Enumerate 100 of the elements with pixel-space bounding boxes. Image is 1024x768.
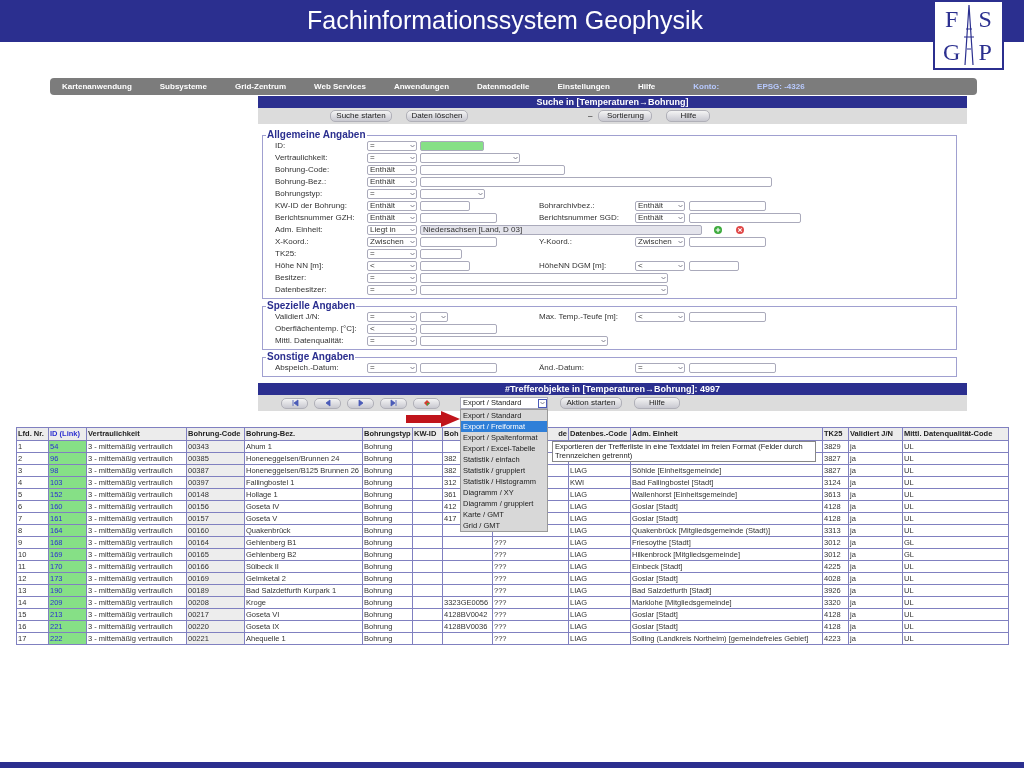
field-label: Max. Temp.-Teufe [m]: xyxy=(539,313,619,321)
field-label: KW-ID der Bohrung: xyxy=(275,202,348,210)
field-label: Bohrungstyp: xyxy=(275,190,324,198)
dropdown-field[interactable] xyxy=(420,285,668,295)
toolbar-button[interactable]: Daten löschen xyxy=(406,110,468,122)
input-field[interactable] xyxy=(689,213,801,223)
input-field[interactable] xyxy=(420,249,462,259)
input-field[interactable] xyxy=(689,201,766,211)
field-label: Besitzer: xyxy=(275,274,308,282)
chevron-icon xyxy=(677,314,684,320)
menu-item[interactable]: Anwendungen xyxy=(393,82,450,91)
input-field[interactable] xyxy=(689,261,739,271)
logo-letter: F xyxy=(945,6,959,31)
operator-select[interactable]: Enthält xyxy=(367,165,417,175)
input-field[interactable] xyxy=(420,324,497,334)
input-field[interactable]: Niedersachsen [Land, D 03] xyxy=(420,225,702,235)
chevron-icon xyxy=(539,400,546,406)
chevron-icon xyxy=(677,365,684,371)
remove-icon[interactable] xyxy=(736,226,744,234)
input-field[interactable] xyxy=(689,237,766,247)
field-label: Y-Koord.: xyxy=(539,238,574,246)
logo-letter: P xyxy=(978,39,992,64)
menu-item[interactable]: Grid-Zentrum xyxy=(234,82,287,91)
dropdown-field[interactable] xyxy=(420,189,485,199)
arrow-icon xyxy=(406,411,460,427)
field-label: X-Koord.: xyxy=(275,238,310,246)
input-field[interactable] xyxy=(689,363,776,373)
chevron-icon xyxy=(512,155,519,161)
menu-item[interactable]: Web Services xyxy=(314,82,366,91)
chevron-icon xyxy=(440,314,447,320)
slide-title: Fachinformationssystem Geophysik xyxy=(307,5,703,37)
input-field[interactable] xyxy=(420,177,772,187)
field-label: Oberflächentemp. [°C]: xyxy=(275,325,358,333)
field-label: Datenbesitzer: xyxy=(275,286,328,294)
operator-select[interactable]: Enthält xyxy=(367,201,417,211)
input-field[interactable] xyxy=(420,165,565,175)
toolbar-button[interactable]: Sortierung xyxy=(598,110,653,122)
pager-button[interactable] xyxy=(281,397,308,409)
action-button[interactable] xyxy=(413,397,440,409)
input-field[interactable] xyxy=(420,261,470,271)
toolbar-button[interactable]: Suche starten xyxy=(330,110,392,122)
operator-select[interactable]: Enthält xyxy=(367,177,417,187)
operator-select[interactable]: = xyxy=(367,153,417,163)
operator-select[interactable]: Zwischen xyxy=(367,237,417,247)
input-field[interactable] xyxy=(420,213,497,223)
operator-select[interactable]: = xyxy=(367,363,417,373)
section-legend: Sonstige Angaben xyxy=(266,352,356,362)
operator-select[interactable]: = xyxy=(367,312,417,322)
input-field[interactable] xyxy=(420,141,484,151)
operator-select[interactable]: = xyxy=(367,273,417,283)
operator-select[interactable]: = xyxy=(635,363,685,373)
operator-select[interactable]: < xyxy=(367,324,417,334)
last-page-icon xyxy=(389,399,398,407)
menu-item[interactable]: Einstellungen xyxy=(557,82,610,91)
add-icon[interactable] xyxy=(714,226,722,234)
operator-select[interactable]: = xyxy=(367,285,417,295)
chevron-icon xyxy=(677,239,684,245)
field-label: Berichtsnummer SGD: xyxy=(539,214,621,222)
derrick-icon xyxy=(964,4,974,66)
menu-item[interactable]: Datenmodelle xyxy=(477,82,530,91)
diamond-icon xyxy=(423,400,430,406)
menu-item[interactable]: Kartenanwendung xyxy=(62,82,132,91)
dropdown-field[interactable] xyxy=(420,336,608,346)
input-field[interactable] xyxy=(420,363,497,373)
operator-select[interactable]: < xyxy=(367,261,417,271)
input-field[interactable] xyxy=(420,237,497,247)
input-field[interactable] xyxy=(689,312,766,322)
menu-item[interactable]: Hilfe xyxy=(637,82,656,91)
operator-select[interactable]: = xyxy=(367,141,417,151)
pager-button[interactable] xyxy=(380,397,407,409)
operator-select[interactable]: < xyxy=(635,261,685,271)
logo-letter: G xyxy=(943,39,961,64)
menu-item[interactable]: Subsysteme xyxy=(159,82,207,91)
dropdown-field[interactable] xyxy=(420,312,448,322)
field-label: Validiert J/N: xyxy=(275,313,321,321)
operator-select[interactable]: = xyxy=(367,336,417,346)
dropdown-field[interactable] xyxy=(420,273,668,283)
previous-page-icon xyxy=(323,399,332,407)
toolbar-button[interactable]: Aktion starten xyxy=(560,397,622,409)
dropdown-field[interactable] xyxy=(420,153,520,163)
operator-select[interactable]: Enthält xyxy=(635,201,685,211)
field-label: TK25: xyxy=(275,250,298,258)
operator-select[interactable]: Liegt in xyxy=(367,225,417,235)
operator-select[interactable]: = xyxy=(367,189,417,199)
operator-select[interactable]: Enthält xyxy=(635,213,685,223)
pager-button[interactable] xyxy=(314,397,341,409)
operator-select[interactable]: < xyxy=(635,312,685,322)
section-legend: Allgemeine Angaben xyxy=(266,130,367,140)
toolbar-button[interactable]: Hilfe xyxy=(666,110,711,122)
chevron-icon xyxy=(477,191,484,197)
operator-select[interactable]: = xyxy=(367,249,417,259)
input-field[interactable] xyxy=(420,201,470,211)
pager-button[interactable] xyxy=(347,397,374,409)
chevron-icon xyxy=(600,338,607,344)
operator-select[interactable]: Enthält xyxy=(367,213,417,223)
account-info: EPSG: -4326 xyxy=(757,82,805,91)
toolbar-button[interactable]: Hilfe xyxy=(634,397,680,409)
chevron-icon xyxy=(677,263,684,269)
section-title: #Trefferobjekte in [Temperaturen→Bohrung]: 4997 xyxy=(505,384,720,394)
operator-select[interactable]: Zwischen xyxy=(635,237,685,247)
